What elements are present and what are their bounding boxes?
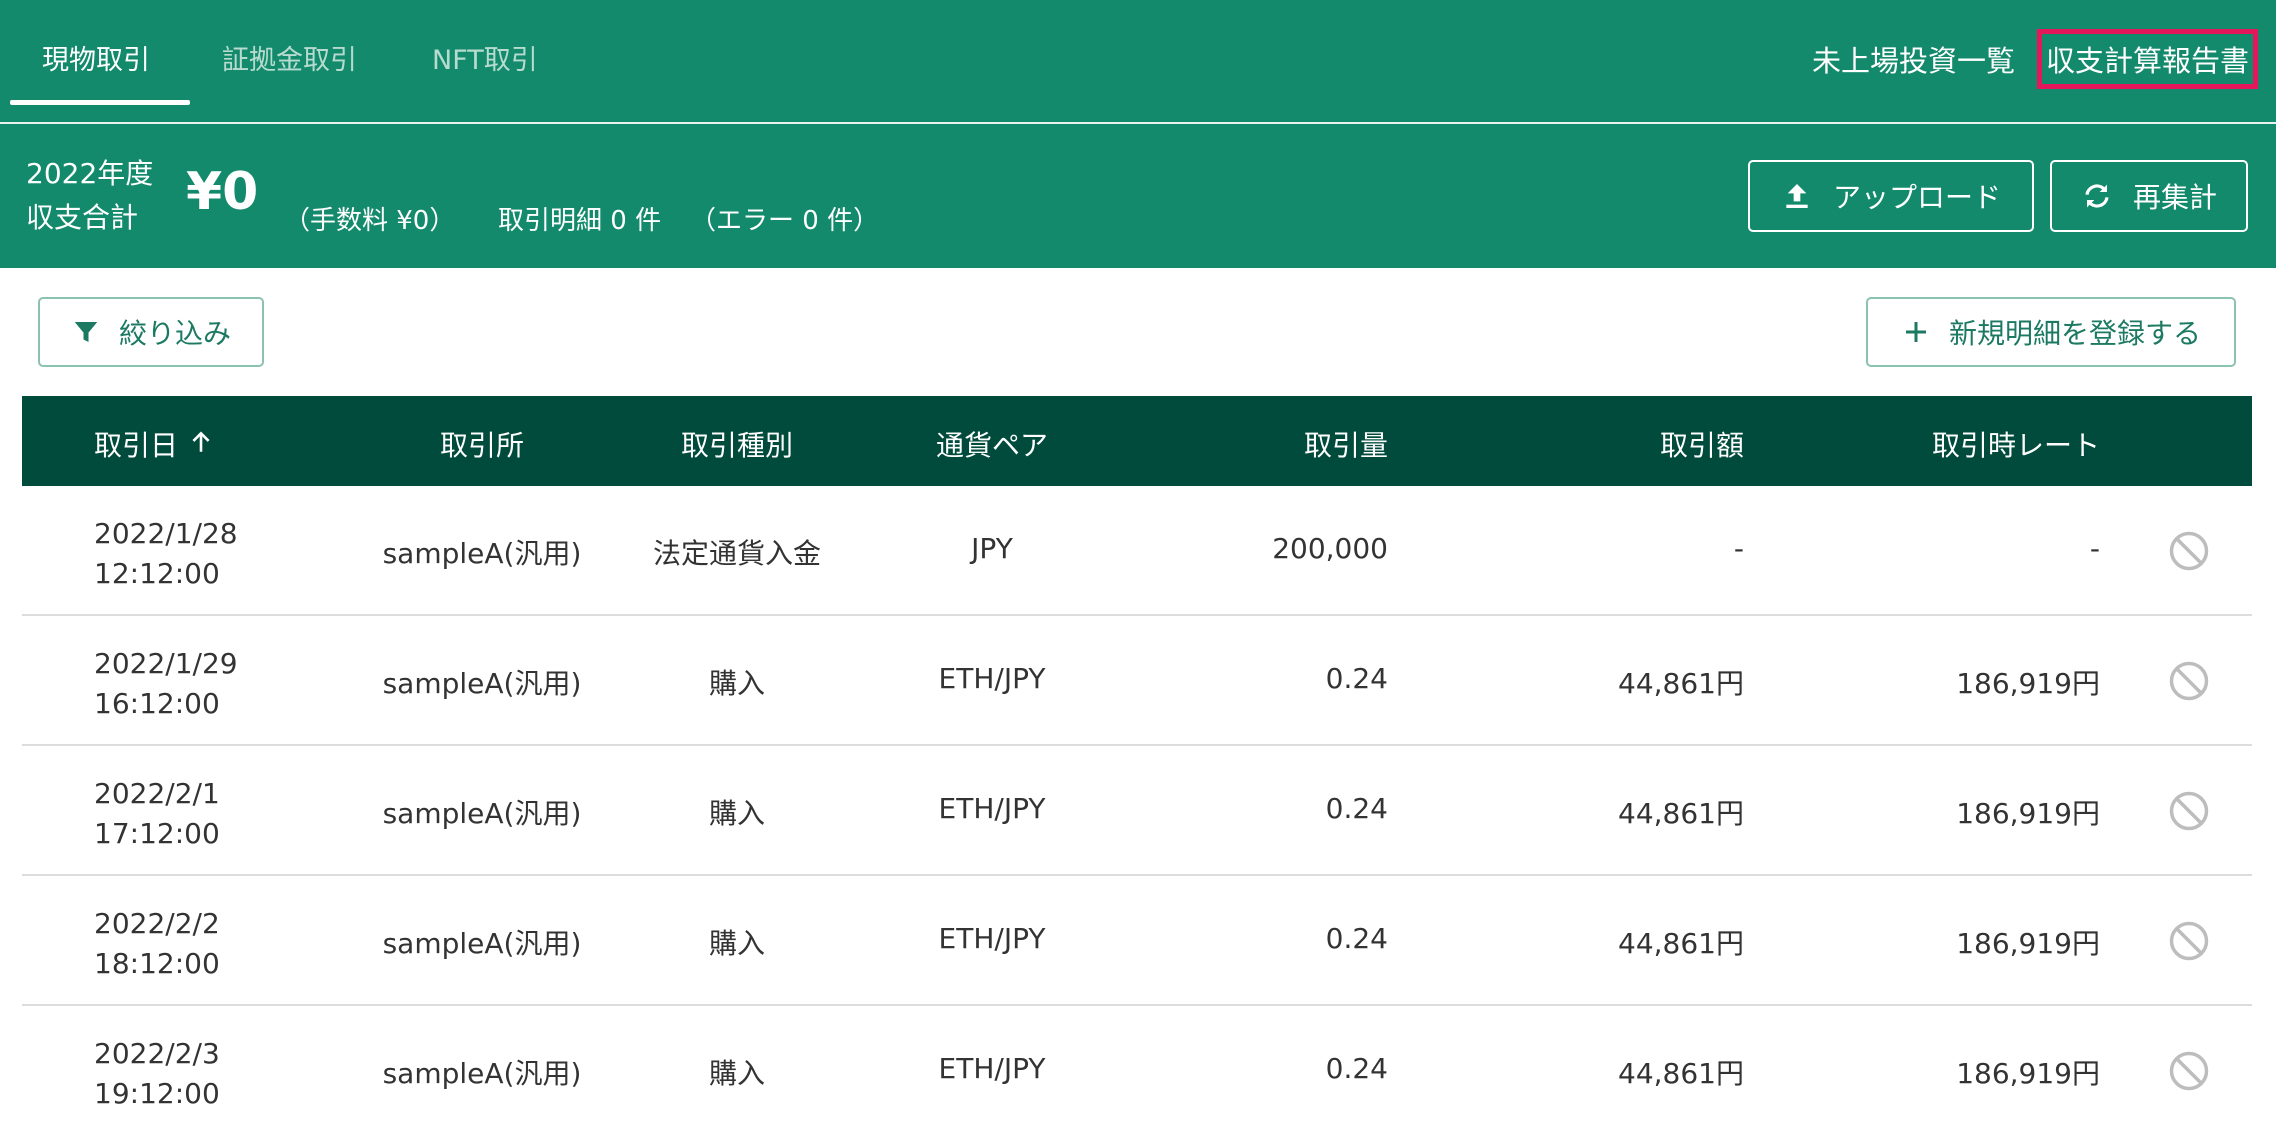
row-type: 法定通貨入金 <box>652 537 821 570</box>
row-pair: ETH/JPY <box>938 792 1046 825</box>
row-amount: 0.24 <box>1325 662 1388 695</box>
table-row: 2022/1/28 12:12:00 sampleA(汎用) 法定通貨入金 JPY… <box>22 486 2252 616</box>
row-type: 購入 <box>708 927 765 960</box>
table-row: 2022/2/1 17:12:00 sampleA(汎用) 購入 ETH/JPY … <box>22 746 2252 876</box>
header-type: 取引種別 <box>680 429 793 462</box>
row-type: 購入 <box>708 1057 765 1090</box>
sort-up-icon <box>188 429 214 462</box>
row-type: 購入 <box>708 667 765 700</box>
fee-text: （手数料 ¥0） <box>284 206 456 236</box>
row-type: 購入 <box>708 797 765 830</box>
summary-bar: 2022年度 収支合計 ¥0 （手数料 ¥0） 取引明細 0 件 （エラー 0 … <box>0 124 2276 268</box>
refresh-icon <box>2085 184 2109 208</box>
row-amount: 0.24 <box>1325 922 1388 955</box>
tab-margin-trading[interactable]: 証拠金取引 <box>222 38 357 77</box>
filter-button-label: 絞り込み <box>118 317 231 350</box>
table-row: 2022/1/29 16:12:00 sampleA(汎用) 購入 ETH/JPY… <box>22 616 2252 746</box>
row-date: 2022/2/1 17:12:00 <box>94 777 220 850</box>
table-row: 2022/2/2 18:12:00 sampleA(汎用) 購入 ETH/JPY … <box>22 876 2252 1006</box>
upload-button-label: アップロード <box>1832 181 2001 214</box>
header-pair: 通貨ペア <box>935 429 1048 462</box>
row-date: 2022/1/29 16:12:00 <box>94 647 238 720</box>
plus-icon <box>1905 322 1926 342</box>
header-date[interactable]: 取引日 <box>94 424 214 464</box>
add-entry-button[interactable]: 新規明細を登録する <box>1866 297 2236 367</box>
exclude-icon[interactable] <box>2168 920 2210 962</box>
total-label: 収支合計 <box>26 201 139 234</box>
header-amount: 取引量 <box>1303 429 1388 462</box>
row-amount: 0.24 <box>1325 792 1388 825</box>
header-value: 取引額 <box>1659 429 1744 462</box>
row-amount: 0.24 <box>1325 1052 1388 1085</box>
row-value: 44,861円 <box>1618 797 1744 830</box>
row-date: 2022/1/28 12:12:00 <box>94 517 238 590</box>
recalculate-button[interactable]: 再集計 <box>2050 160 2248 232</box>
recalculate-button-label: 再集計 <box>2132 181 2217 214</box>
row-rate: 186,919円 <box>1956 797 2100 830</box>
tab-spot-trading[interactable]: 現物取引 <box>42 38 150 77</box>
row-value: 44,861円 <box>1618 1057 1744 1090</box>
fiscal-year: 2022年度 <box>26 157 154 190</box>
upload-button[interactable]: アップロード <box>1748 160 2034 232</box>
row-pair: ETH/JPY <box>938 1052 1046 1085</box>
filter-button[interactable]: 絞り込み <box>38 297 264 367</box>
exclude-icon[interactable] <box>2168 530 2210 572</box>
exclude-icon[interactable] <box>2168 1050 2210 1092</box>
row-pair: JPY <box>971 532 1013 565</box>
row-rate: 186,919円 <box>1956 667 2100 700</box>
exclude-icon[interactable] <box>2168 660 2210 702</box>
income-report-link[interactable]: 収支計算報告書 <box>2036 29 2259 89</box>
tab-nft-trading[interactable]: NFT取引 <box>432 38 538 77</box>
filter-icon <box>74 322 98 342</box>
row-rate: 186,919円 <box>1956 1057 2100 1090</box>
row-value: - <box>1733 532 1744 565</box>
header-rate: 取引時レート <box>1931 429 2100 462</box>
row-rate: 186,919円 <box>1956 927 2100 960</box>
row-date: 2022/2/3 19:12:00 <box>94 1037 220 1110</box>
row-rate: - <box>2089 532 2100 565</box>
upload-icon <box>1786 184 1808 208</box>
row-value: 44,861円 <box>1618 927 1744 960</box>
table-header: 取引日 取引所 取引種別 通貨ペア 取引量 取引額 取引時レート <box>22 396 2252 486</box>
active-tab-indicator <box>10 100 190 105</box>
unlisted-investments-link[interactable]: 未上場投資一覧 <box>1812 38 2015 80</box>
row-pair: ETH/JPY <box>938 922 1046 955</box>
row-date: 2022/2/2 18:12:00 <box>94 907 220 980</box>
detail-count: 取引明細 0 件 <box>498 206 662 236</box>
exclude-icon[interactable] <box>2168 790 2210 832</box>
table-row: 2022/2/3 19:12:00 sampleA(汎用) 購入 ETH/JPY … <box>22 1006 2252 1134</box>
top-nav: 現物取引 証拠金取引 NFT取引 未上場投資一覧 収支計算報告書 <box>0 0 2276 124</box>
row-amount: 200,000 <box>1272 532 1388 565</box>
error-count: （エラー 0 件） <box>690 206 880 236</box>
total-value: ¥0 <box>186 162 259 222</box>
add-entry-button-label: 新規明細を登録する <box>1948 317 2201 350</box>
header-date-label: 取引日 <box>94 429 179 462</box>
row-value: 44,861円 <box>1618 667 1744 700</box>
row-pair: ETH/JPY <box>938 662 1046 695</box>
